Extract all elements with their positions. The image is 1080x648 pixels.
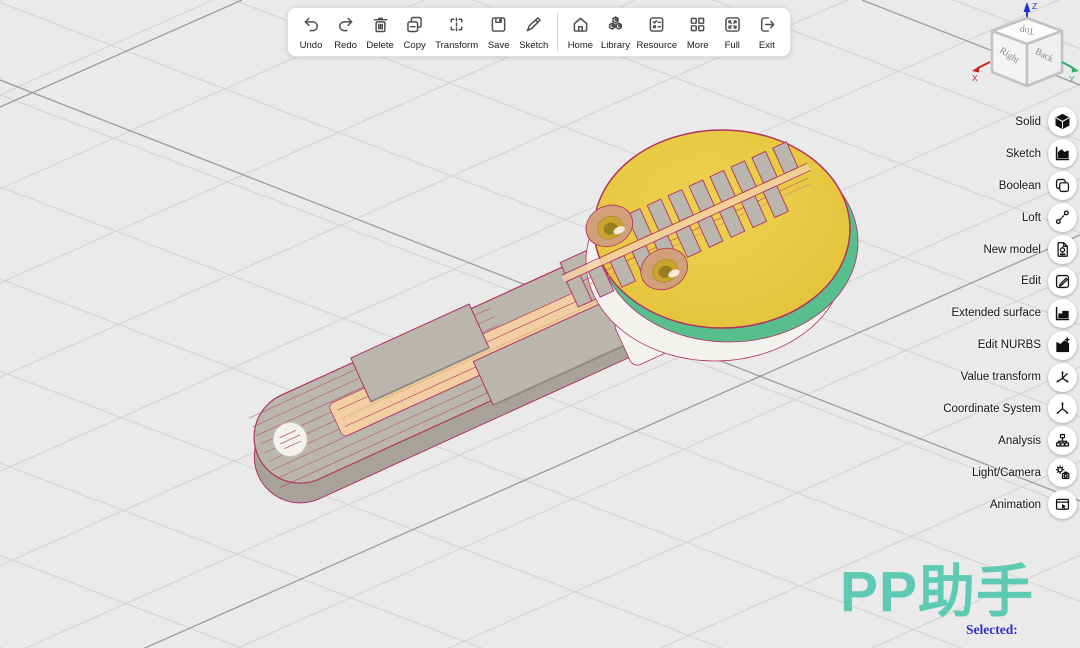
toolbar-button-home[interactable]: Home — [566, 14, 594, 51]
key-model[interactable] — [230, 122, 858, 528]
sidebar-item-new-model[interactable]: New model — [943, 234, 1080, 266]
copy-icon — [404, 14, 425, 40]
loft-icon — [1048, 203, 1077, 232]
toolbar-button-full[interactable]: Full — [718, 14, 746, 51]
toolbar-button-library[interactable]: Library — [601, 14, 630, 51]
toolbar-button-resource[interactable]: Resource — [637, 14, 678, 51]
transform-icon — [446, 14, 467, 40]
svg-text:Z: Z — [1032, 1, 1037, 11]
home-icon — [570, 14, 591, 40]
sidebar-item-analysis[interactable]: Analysis — [943, 425, 1080, 457]
value-transform-icon — [1048, 363, 1077, 392]
watermark: PP助手 — [840, 564, 1034, 621]
resource-icon — [646, 14, 667, 40]
more-icon — [687, 14, 708, 40]
toolbar-button-delete[interactable]: Delete — [366, 14, 394, 51]
svg-text:X: X — [972, 73, 978, 83]
light-camera-icon — [1048, 458, 1077, 487]
redo-icon — [335, 14, 356, 40]
selected-status-label: Selected: — [966, 622, 1018, 638]
edit-nurbs-icon — [1048, 331, 1077, 360]
solid-icon — [1048, 107, 1077, 136]
y-axis[interactable]: Y — [1062, 62, 1079, 84]
sidebar-item-boolean[interactable]: Boolean — [943, 170, 1080, 202]
animation-icon — [1048, 490, 1077, 519]
sidebar-item-loft[interactable]: Loft — [943, 202, 1080, 234]
toolbar-button-undo[interactable]: Undo — [297, 14, 325, 51]
svg-text:Y: Y — [1069, 74, 1075, 84]
sidebar-item-value-transform[interactable]: Value transform — [943, 361, 1080, 393]
sketch-icon — [523, 14, 544, 40]
sidebar-item-solid[interactable]: Solid — [943, 106, 1080, 138]
toolbar-button-copy[interactable]: Copy — [401, 14, 429, 51]
sidebar-item-light-camera[interactable]: Light/Camera — [943, 457, 1080, 489]
sidebar-item-coordinate-system[interactable]: Coordinate System — [943, 393, 1080, 425]
exit-icon — [756, 14, 777, 40]
extended-surface-icon — [1048, 299, 1077, 328]
toolbar-button-transform[interactable]: Transform — [435, 14, 478, 51]
sidebar-item-edit-nurbs[interactable]: Edit NURBS — [943, 329, 1080, 361]
tool-sidebar: Solid Sketch Boolean Loft New model Edit… — [943, 106, 1080, 521]
sidebar-item-sketch[interactable]: Sketch — [943, 138, 1080, 170]
undo-icon — [301, 14, 322, 40]
full-icon — [722, 14, 743, 40]
coordinate-system-icon — [1048, 394, 1077, 423]
analysis-icon — [1048, 426, 1077, 455]
toolbar-button-redo[interactable]: Redo — [332, 14, 360, 51]
toolbar: Undo Redo Delete Copy Transform — [287, 7, 791, 57]
new-model-icon — [1048, 235, 1077, 264]
viewport-3d[interactable] — [0, 0, 1080, 648]
edit-icon — [1048, 267, 1077, 296]
viewcube-label-top: Top — [1019, 24, 1035, 36]
viewport-canvas[interactable] — [0, 0, 1080, 648]
sketch-surface-icon — [1048, 139, 1077, 168]
sidebar-item-edit[interactable]: Edit — [943, 265, 1080, 297]
delete-icon — [370, 14, 391, 40]
sidebar-item-extended-surface[interactable]: Extended surface — [943, 297, 1080, 329]
toolbar-button-sketch[interactable]: Sketch — [519, 14, 548, 51]
sidebar-item-animation[interactable]: Animation — [943, 489, 1080, 521]
x-axis[interactable]: X — [972, 62, 990, 83]
boolean-icon — [1048, 171, 1077, 200]
toolbar-button-save[interactable]: Save — [485, 14, 513, 51]
save-icon — [488, 14, 509, 40]
view-cube[interactable]: Z Top Right Back X Y — [970, 0, 1080, 94]
library-icon — [605, 14, 626, 40]
toolbar-divider — [557, 13, 558, 51]
toolbar-button-exit[interactable]: Exit — [753, 14, 781, 51]
toolbar-button-more[interactable]: More — [684, 14, 712, 51]
